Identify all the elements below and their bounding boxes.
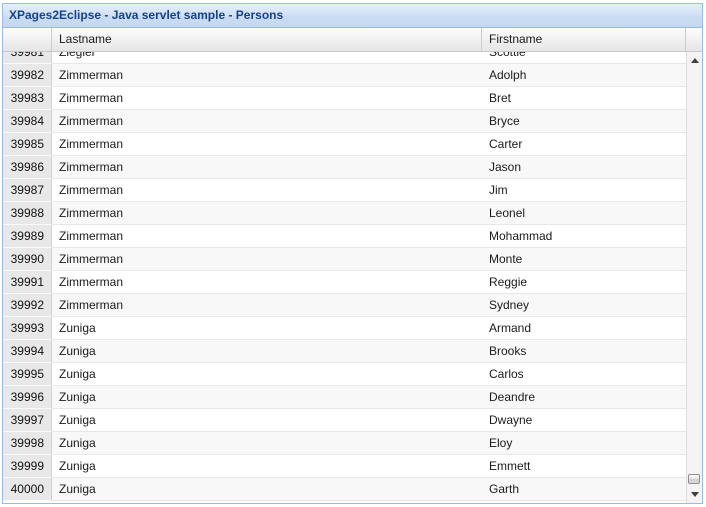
table-row[interactable]: 40000ZunigaGarth xyxy=(3,478,686,501)
rownum-cell: 39989 xyxy=(3,225,52,248)
lastname-cell: Zimmerman xyxy=(52,64,482,87)
lastname-cell: Ziegler xyxy=(52,52,482,64)
lastname-cell: Zimmerman xyxy=(52,248,482,271)
firstname-cell: Monte xyxy=(482,248,686,271)
grid-body: 39981ZieglerScottie39982ZimmermanAdolph3… xyxy=(3,52,702,503)
table-row[interactable]: 39997ZunigaDwayne xyxy=(3,409,686,432)
rownum-cell: 39987 xyxy=(3,179,52,202)
table-row[interactable]: 39985ZimmermanCarter xyxy=(3,133,686,156)
table-row[interactable]: 39993ZunigaArmand xyxy=(3,317,686,340)
rownum-cell: 39998 xyxy=(3,432,52,455)
firstname-cell: Brooks xyxy=(482,340,686,363)
scroll-up-icon xyxy=(691,58,699,63)
table-row[interactable]: 39998ZunigaEloy xyxy=(3,432,686,455)
rownum-cell: 39981 xyxy=(3,52,52,64)
rownum-cell: 39997 xyxy=(3,409,52,432)
lastname-cell: Zimmerman xyxy=(52,133,482,156)
scroll-up-button[interactable] xyxy=(687,52,702,69)
lastname-cell: Zuniga xyxy=(52,317,482,340)
table-row[interactable]: 39984ZimmermanBryce xyxy=(3,110,686,133)
rownum-cell: 39982 xyxy=(3,64,52,87)
rownum-cell: 39996 xyxy=(3,386,52,409)
lastname-cell: Zuniga xyxy=(52,478,482,501)
firstname-cell: Emmett xyxy=(482,455,686,478)
firstname-cell: Bret xyxy=(482,87,686,110)
grid-rows: 39981ZieglerScottie39982ZimmermanAdolph3… xyxy=(3,52,686,503)
grid-header: Lastname Firstname xyxy=(3,28,702,52)
rownum-cell: 39988 xyxy=(3,202,52,225)
rownum-cell: 39999 xyxy=(3,455,52,478)
table-row[interactable]: 39996ZunigaDeandre xyxy=(3,386,686,409)
lastname-cell: Zimmerman xyxy=(52,87,482,110)
lastname-cell: Zimmerman xyxy=(52,294,482,317)
table-row[interactable]: 39990ZimmermanMonte xyxy=(3,248,686,271)
lastname-cell: Zimmerman xyxy=(52,110,482,133)
firstname-cell: Carter xyxy=(482,133,686,156)
rownum-cell: 39995 xyxy=(3,363,52,386)
firstname-cell: Carlos xyxy=(482,363,686,386)
firstname-cell: Armand xyxy=(482,317,686,340)
firstname-cell: Sydney xyxy=(482,294,686,317)
scroll-down-icon xyxy=(691,492,699,497)
rownum-cell: 39990 xyxy=(3,248,52,271)
table-row[interactable]: 39988ZimmermanLeonel xyxy=(3,202,686,225)
vertical-scrollbar[interactable] xyxy=(686,52,702,503)
persons-grid-panel: XPages2Eclipse - Java servlet sample - P… xyxy=(2,3,703,504)
firstname-cell: Adolph xyxy=(482,64,686,87)
rownum-cell: 39985 xyxy=(3,133,52,156)
firstname-cell: Garth xyxy=(482,478,686,501)
lastname-cell: Zimmerman xyxy=(52,225,482,248)
header-rownum xyxy=(3,28,52,51)
firstname-cell: Bryce xyxy=(482,110,686,133)
header-lastname[interactable]: Lastname xyxy=(52,28,482,51)
table-row[interactable]: 39987ZimmermanJim xyxy=(3,179,686,202)
panel-title: XPages2Eclipse - Java servlet sample - P… xyxy=(3,4,702,28)
firstname-cell: Jason xyxy=(482,156,686,179)
rownum-cell: 40000 xyxy=(3,478,52,501)
firstname-cell: Leonel xyxy=(482,202,686,225)
firstname-cell: Eloy xyxy=(482,432,686,455)
firstname-cell: Reggie xyxy=(482,271,686,294)
lastname-cell: Zimmerman xyxy=(52,179,482,202)
table-row[interactable]: 39983ZimmermanBret xyxy=(3,87,686,110)
lastname-cell: Zuniga xyxy=(52,432,482,455)
lastname-cell: Zimmerman xyxy=(52,202,482,225)
rownum-cell: 39986 xyxy=(3,156,52,179)
lastname-cell: Zuniga xyxy=(52,386,482,409)
firstname-cell: Scottie xyxy=(482,52,686,64)
lastname-cell: Zuniga xyxy=(52,363,482,386)
table-row[interactable]: 39992ZimmermanSydney xyxy=(3,294,686,317)
firstname-cell: Jim xyxy=(482,179,686,202)
table-row[interactable]: 39999ZunigaEmmett xyxy=(3,455,686,478)
rownum-cell: 39992 xyxy=(3,294,52,317)
table-row[interactable]: 39981ZieglerScottie xyxy=(3,52,686,64)
table-row[interactable]: 39991ZimmermanReggie xyxy=(3,271,686,294)
firstname-cell: Deandre xyxy=(482,386,686,409)
lastname-cell: Zimmerman xyxy=(52,156,482,179)
header-firstname[interactable]: Firstname xyxy=(482,28,686,51)
rownum-cell: 39991 xyxy=(3,271,52,294)
table-row[interactable]: 39982ZimmermanAdolph xyxy=(3,64,686,87)
lastname-cell: Zuniga xyxy=(52,455,482,478)
table-row[interactable]: 39994ZunigaBrooks xyxy=(3,340,686,363)
rownum-cell: 39993 xyxy=(3,317,52,340)
table-row[interactable]: 39989ZimmermanMohammad xyxy=(3,225,686,248)
rownum-cell: 39994 xyxy=(3,340,52,363)
rownum-cell: 39983 xyxy=(3,87,52,110)
firstname-cell: Mohammad xyxy=(482,225,686,248)
lastname-cell: Zuniga xyxy=(52,409,482,432)
lastname-cell: Zuniga xyxy=(52,340,482,363)
rownum-cell: 39984 xyxy=(3,110,52,133)
header-filler xyxy=(686,28,702,51)
lastname-cell: Zimmerman xyxy=(52,271,482,294)
table-row[interactable]: 39995ZunigaCarlos xyxy=(3,363,686,386)
firstname-cell: Dwayne xyxy=(482,409,686,432)
table-row[interactable]: 39986ZimmermanJason xyxy=(3,156,686,179)
scroll-down-button[interactable] xyxy=(687,486,702,503)
scrollbar-thumb[interactable] xyxy=(688,474,700,484)
